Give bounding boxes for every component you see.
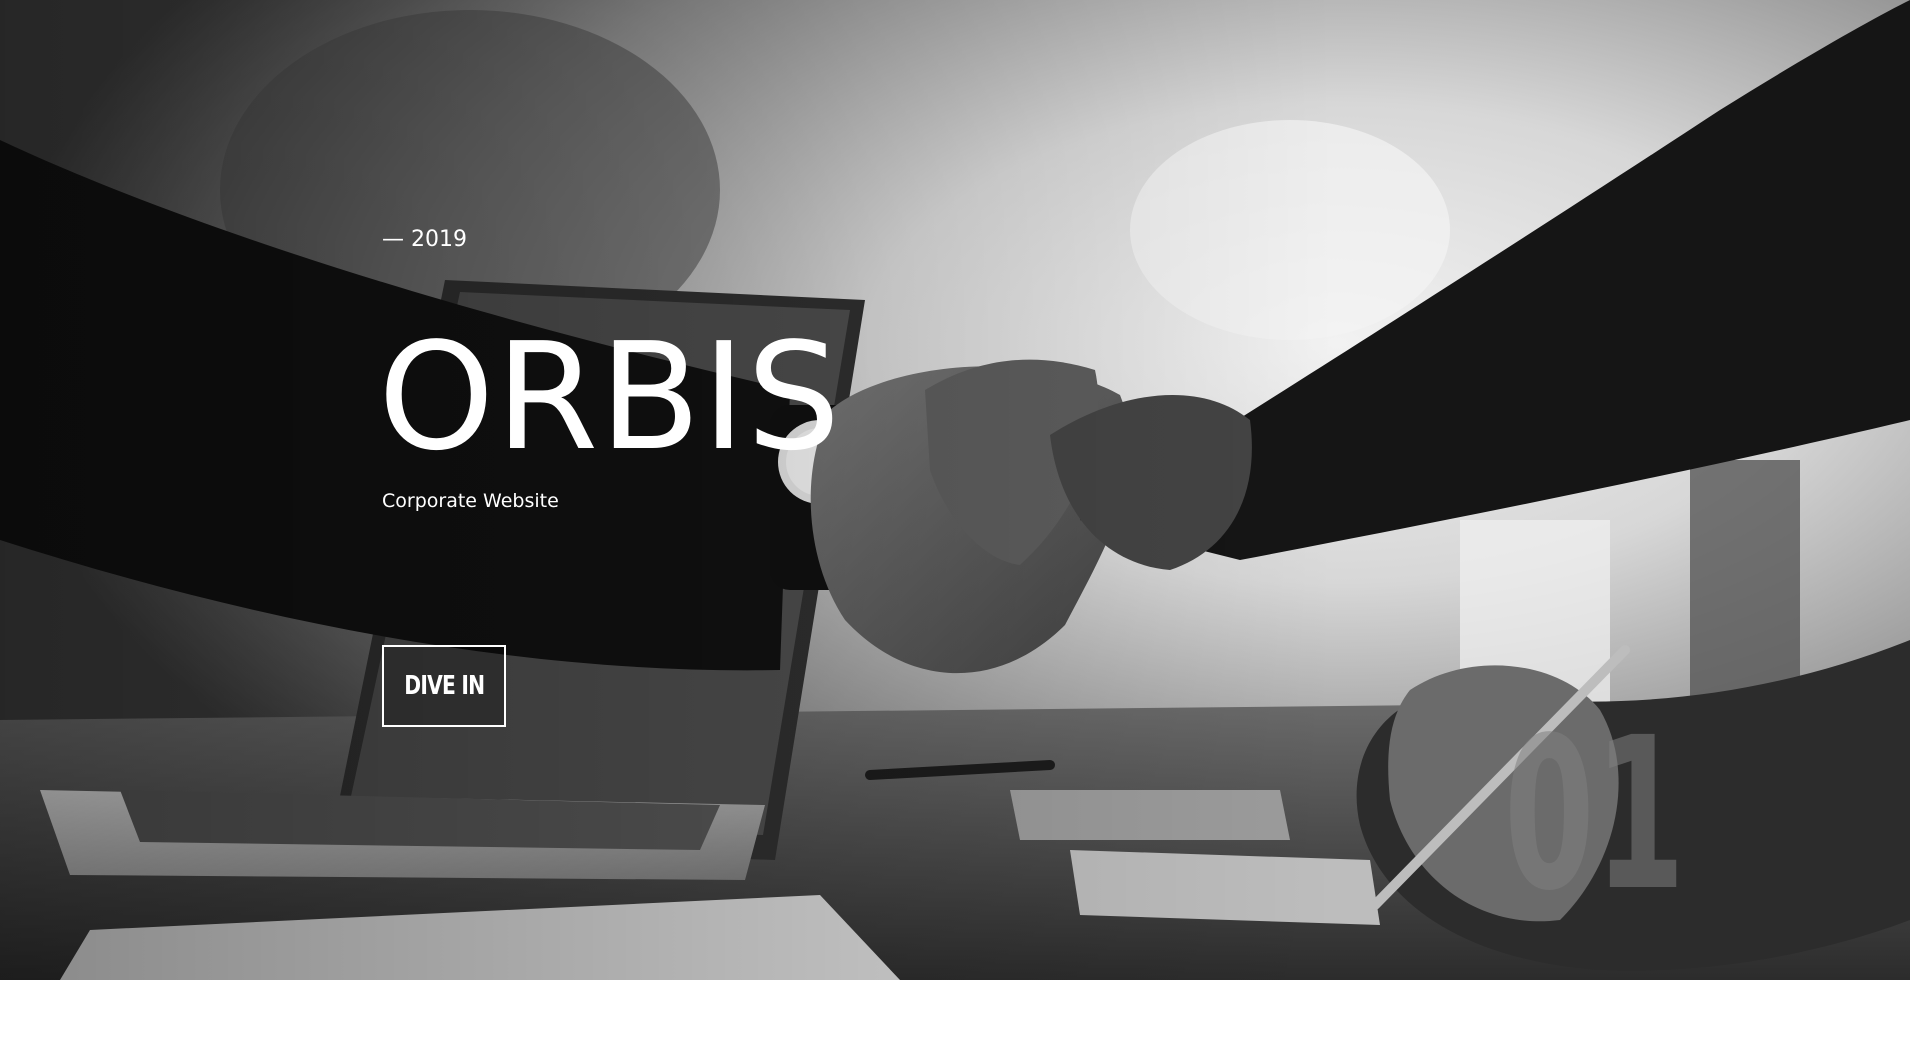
slide-number: 01 <box>1504 692 1686 937</box>
hero-slide: — 2019 ORBIS Corporate Website DIVE IN 0… <box>0 0 1910 980</box>
project-subtitle: Corporate Website <box>382 490 559 512</box>
dive-in-button[interactable]: DIVE IN <box>382 645 506 727</box>
dive-in-button-label: DIVE IN <box>403 671 485 701</box>
project-year: — 2019 <box>382 227 467 252</box>
project-title: ORBIS <box>378 311 842 483</box>
hero-content: — 2019 ORBIS Corporate Website DIVE IN <box>378 225 1082 745</box>
